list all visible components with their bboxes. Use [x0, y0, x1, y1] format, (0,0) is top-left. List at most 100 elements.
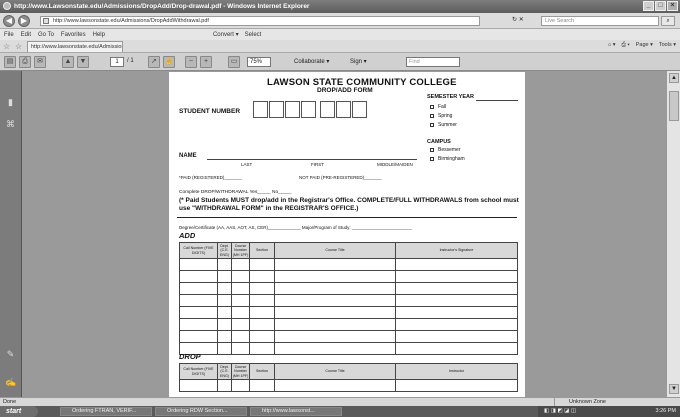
divider [177, 217, 517, 218]
checkbox[interactable] [430, 104, 434, 109]
zoom-in-icon[interactable]: + [200, 56, 212, 68]
ie-icon [3, 2, 11, 10]
col-dept: Dept. (C.E. ENG) [217, 363, 232, 380]
digit-box[interactable] [336, 101, 351, 118]
system-tray: ◧ ◨ ◩ ◪ ◫ 3:26 PM [538, 406, 680, 417]
security-zone: Unknown Zone [554, 398, 606, 406]
table-row[interactable] [179, 379, 518, 392]
signatures-icon[interactable]: ✍ [5, 377, 16, 389]
checkbox[interactable] [430, 156, 434, 161]
name-last-label: LAST [241, 162, 253, 167]
close-button[interactable]: × [667, 1, 678, 11]
campus-birmingham[interactable]: Birmingham [430, 156, 465, 162]
digit-box[interactable] [269, 101, 284, 118]
menu-edit[interactable]: Edit [21, 32, 31, 38]
table-header-row: Call Number (FIVE DIGITS) Dept. (C.E. EN… [179, 242, 518, 259]
print-pdf-icon[interactable]: ⎙ [19, 56, 31, 68]
browser-tab[interactable]: http://www.lawsonstate.edu/Admissions/Dr… [27, 41, 123, 52]
page-menu[interactable]: Page ▾ [636, 42, 653, 49]
checkbox[interactable] [430, 147, 434, 152]
taskbar-item[interactable]: http://www.lawsonst... [250, 407, 342, 416]
pdf-toolbar: ▤ ⎙ ✉ ▲ ▼ 1 / 1 ➚ ☝ − + ▭ 75% Collaborat… [0, 53, 680, 71]
collaborate-button[interactable]: Collaborate ▾ [294, 58, 329, 65]
scroll-down-icon[interactable]: ▼ [669, 384, 679, 394]
digit-box[interactable] [253, 101, 268, 118]
table-row[interactable] [179, 270, 518, 283]
vertical-scrollbar[interactable]: ▲ ▼ [666, 71, 680, 397]
menu-file[interactable]: File [4, 32, 14, 38]
find-input[interactable]: Find [406, 57, 460, 67]
sign-button[interactable]: Sign ▾ [350, 58, 367, 65]
status-text: Done [3, 399, 17, 405]
table-row[interactable] [179, 258, 518, 271]
name-first-label: FIRST [311, 162, 324, 167]
next-page-icon[interactable]: ▼ [77, 56, 89, 68]
digit-box[interactable] [285, 101, 300, 118]
search-input[interactable]: Live Search [541, 16, 659, 26]
table-row[interactable] [179, 306, 518, 319]
save-icon[interactable]: ▤ [4, 56, 16, 68]
refresh-stop-buttons[interactable]: ↻ ✕ [512, 16, 524, 23]
semester-spring-label: Spring [438, 113, 453, 119]
back-button[interactable]: ◀ [3, 15, 15, 27]
digit-box[interactable] [301, 101, 316, 118]
taskbar: start Ordering FTRAN, VERIF... Ordering … [0, 406, 680, 417]
command-bar: ⌂ ▾ ⎙ ▾ Page ▾ Tools ▾ [608, 42, 676, 49]
not-paid-field[interactable]: NOT PAID (PRE-REGISTERED)_______ [299, 175, 382, 180]
add-favorites-icon[interactable]: ☆ [15, 42, 22, 51]
page-total: / 1 [127, 58, 134, 64]
select-button[interactable]: Select [244, 32, 263, 38]
start-button[interactable]: start [0, 406, 38, 417]
maximize-button[interactable]: □ [655, 1, 666, 11]
page-number-input[interactable]: 1 [110, 57, 124, 67]
semester-summer[interactable]: Summer [430, 122, 457, 128]
digit-box[interactable] [352, 101, 367, 118]
attachments-icon[interactable]: ⌘ [5, 119, 16, 131]
campus-birmingham-label: Birmingham [438, 156, 465, 162]
scrollbar-thumb[interactable] [669, 91, 679, 121]
select-tool-icon[interactable]: ➚ [148, 56, 160, 68]
campus-bessemer[interactable]: Bessemer [430, 147, 461, 153]
zoom-select[interactable]: 75% [247, 57, 271, 67]
digit-box[interactable] [320, 101, 335, 118]
pages-panel-icon[interactable]: ▮ [5, 97, 16, 109]
student-number-boxes[interactable] [253, 101, 367, 118]
menu-help[interactable]: Help [93, 32, 105, 38]
convert-button[interactable]: Convert ▾ [212, 31, 240, 38]
menu-goto[interactable]: Go To [38, 32, 54, 38]
print-icon[interactable]: ⎙ ▾ [621, 42, 629, 49]
semester-fall[interactable]: Fall [430, 104, 446, 110]
col-course-title: Course Title [274, 363, 396, 380]
table-row[interactable] [179, 282, 518, 295]
url-field[interactable]: http://www.lawsonstate.edu/Admissions/Dr… [40, 16, 480, 26]
forward-button[interactable]: ▶ [18, 15, 30, 27]
name-field[interactable] [207, 159, 417, 160]
table-row[interactable] [179, 294, 518, 307]
fit-page-icon[interactable]: ▭ [228, 56, 240, 68]
prev-page-icon[interactable]: ▲ [62, 56, 74, 68]
menu-favorites[interactable]: Favorites [61, 32, 86, 38]
col-course-title: Course Title [274, 242, 396, 259]
taskbar-item[interactable]: Ordering RDW Section... [155, 407, 247, 416]
table-row[interactable] [179, 330, 518, 343]
checkbox[interactable] [430, 122, 434, 127]
taskbar-item[interactable]: Ordering FTRAN, VERIF... [60, 407, 152, 416]
comments-icon[interactable]: ✎ [5, 349, 16, 361]
tools-menu[interactable]: Tools ▾ [659, 42, 676, 49]
favorites-star-icon[interactable]: ☆ [3, 42, 10, 51]
paid-field[interactable]: *PAID (REGISTERED)_______ [179, 175, 242, 180]
pdf-page: LAWSON STATE COMMUNITY COLLEGE DROP/ADD … [169, 72, 525, 397]
home-icon[interactable]: ⌂ ▾ [608, 42, 616, 49]
semester-spring[interactable]: Spring [430, 113, 452, 119]
zoom-out-icon[interactable]: − [185, 56, 197, 68]
table-row[interactable] [179, 318, 518, 331]
scroll-up-icon[interactable]: ▲ [669, 73, 679, 83]
email-icon[interactable]: ✉ [34, 56, 46, 68]
search-icon[interactable]: ⌕ [661, 16, 675, 26]
table-row[interactable] [179, 342, 518, 355]
minimize-button[interactable]: _ [643, 1, 654, 11]
checkbox[interactable] [430, 113, 434, 118]
url-text: http://www.lawsonstate.edu/Admissions/Dr… [53, 18, 209, 24]
hand-tool-icon[interactable]: ☝ [163, 56, 175, 68]
form-subtitle: DROP/ADD FORM [317, 87, 373, 94]
